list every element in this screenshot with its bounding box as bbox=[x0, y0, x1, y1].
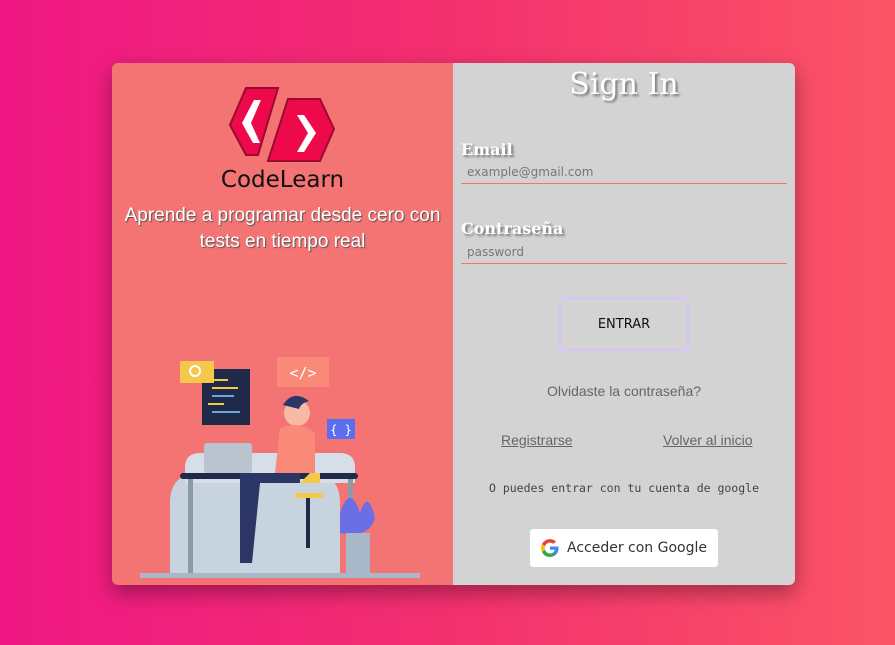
google-alt-text: O puedes entrar con tu cuenta de google bbox=[488, 481, 760, 495]
brand-name: CodeLearn bbox=[220, 167, 345, 193]
code-tag-label: </> bbox=[289, 364, 316, 382]
codelearn-logo-icon bbox=[228, 87, 336, 162]
google-icon bbox=[541, 539, 559, 557]
forgot-password-link[interactable]: Olvidaste la contraseña? bbox=[453, 383, 795, 399]
google-button-label: Acceder con Google bbox=[567, 540, 707, 556]
register-link[interactable]: Registrarse bbox=[501, 432, 573, 448]
back-home-link[interactable]: Volver al inicio bbox=[663, 432, 753, 448]
braces-label: { } bbox=[330, 423, 352, 437]
programmer-illustration: </> { } bbox=[140, 357, 420, 578]
tagline: Aprende a programar desde cero con tests… bbox=[124, 205, 441, 252]
google-signin-button[interactable]: Acceder con Google bbox=[530, 529, 718, 567]
email-input[interactable] bbox=[461, 160, 787, 184]
brand-panel: CodeLearn Aprende a programar desde cero… bbox=[112, 63, 453, 585]
signin-title: Sign In bbox=[569, 67, 679, 102]
email-label: Email bbox=[461, 140, 513, 159]
password-label: Contraseña bbox=[461, 219, 564, 238]
submit-button[interactable]: ENTRAR bbox=[559, 297, 689, 351]
signin-panel: Sign In Email Contraseña ENTRAR Olvidast… bbox=[453, 63, 795, 585]
login-card: CodeLearn Aprende a programar desde cero… bbox=[112, 63, 795, 585]
password-input[interactable] bbox=[461, 240, 787, 264]
